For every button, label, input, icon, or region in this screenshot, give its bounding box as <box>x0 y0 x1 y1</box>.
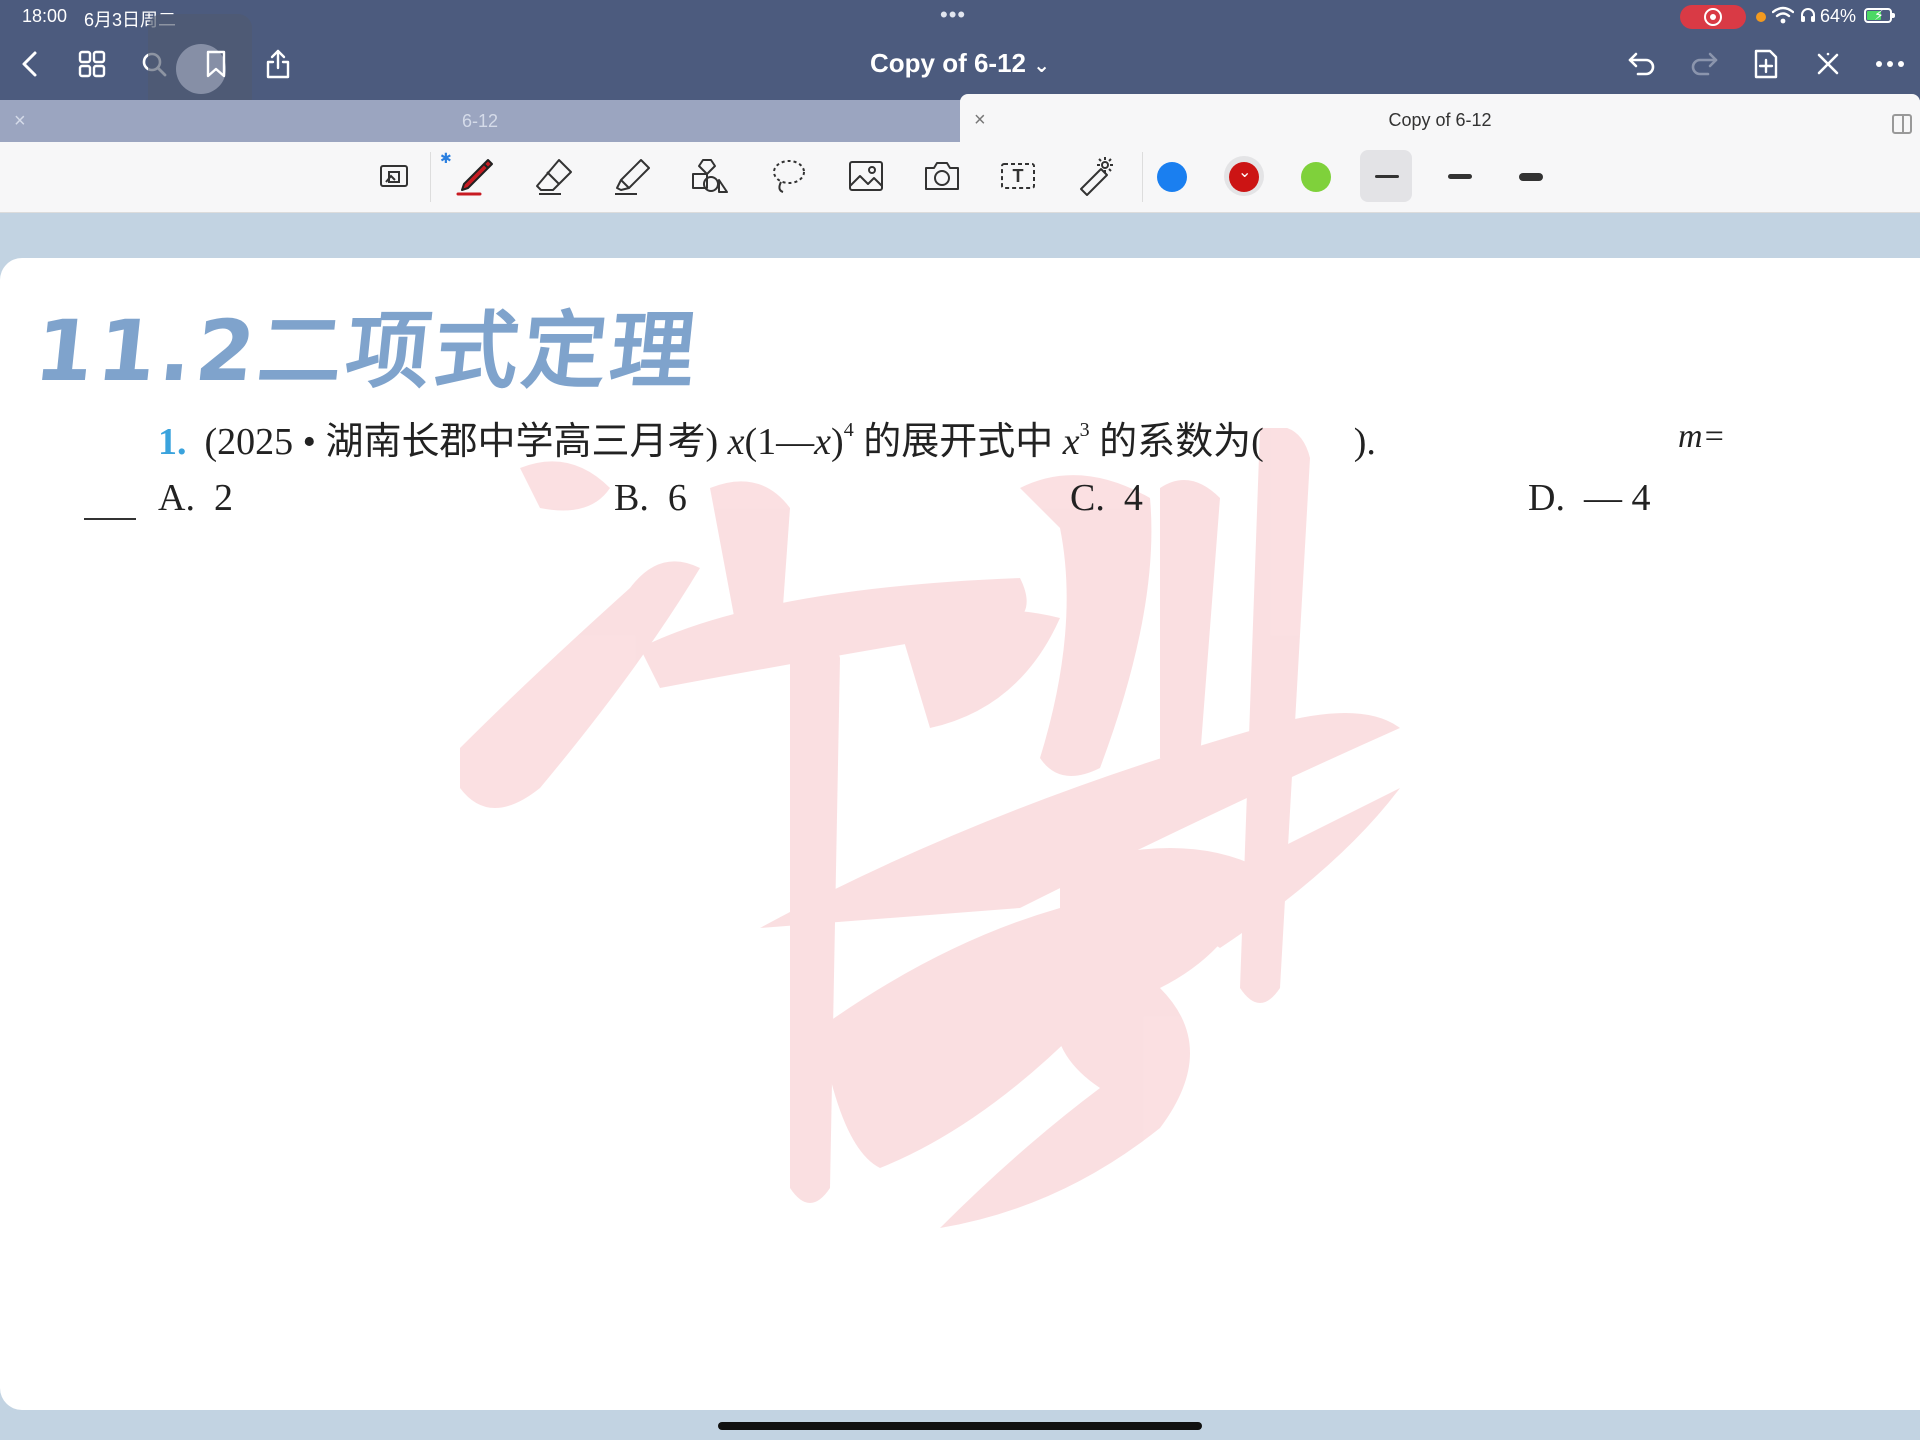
bookmark-icon[interactable] <box>196 44 236 84</box>
redo-icon[interactable] <box>1684 44 1724 84</box>
color-swatch-blue[interactable] <box>1157 162 1187 192</box>
split-view-icon[interactable] <box>1892 114 1912 134</box>
shapes-icon[interactable] <box>686 152 734 200</box>
question-tail-end: ). <box>1353 421 1376 463</box>
home-indicator[interactable] <box>718 1422 1202 1430</box>
lasso-icon[interactable] <box>764 152 812 200</box>
stroke-thin-icon <box>1375 175 1399 178</box>
bluetooth-icon: ✱ <box>440 150 452 166</box>
m-equals-label: m= <box>1678 418 1726 455</box>
chevron-down-icon: ⌄ <box>1238 164 1252 181</box>
question-stem: 1. (2025 • 湖南长郡中学高三月考) x(1—x)4 的展开式中 x3 的… <box>158 410 1376 465</box>
var-x: x <box>814 421 832 463</box>
highlighter-icon[interactable] <box>608 152 656 200</box>
laser-pointer-icon[interactable] <box>1072 152 1120 200</box>
exponent-3: 3 <box>1079 419 1090 441</box>
battery-icon: ⚡ <box>1864 7 1895 23</box>
tab-label: Copy of 6-12 <box>1388 110 1492 130</box>
top-bar: 18:00 6月3日周二 ••• 64% ⚡ Copy of 6-12 ⌄ <box>0 0 1920 120</box>
option-d: D. — 4 <box>1528 476 1650 520</box>
tab-label: 6-12 <box>461 111 499 131</box>
tab-6-12[interactable]: × 6-12 <box>0 100 960 142</box>
paren-open: (1 <box>744 421 777 463</box>
option-value: 2 <box>213 477 233 519</box>
option-b: B. 6 <box>614 476 687 520</box>
eraser-icon[interactable] <box>530 152 578 200</box>
undo-icon[interactable] <box>1622 44 1662 84</box>
back-icon[interactable] <box>10 44 50 84</box>
close-icon[interactable] <box>1808 44 1848 84</box>
multitasking-dots[interactable]: ••• <box>940 2 966 28</box>
annotation-toolbar: ✱ T ⌄ <box>0 142 1920 213</box>
option-value: — 4 <box>1583 477 1651 519</box>
grid-icon[interactable] <box>72 44 112 84</box>
tab-copy-of-6-12[interactable]: × Copy of 6-12 <box>960 94 1920 142</box>
option-letter: B. <box>614 477 649 519</box>
page-gap <box>0 213 1920 225</box>
share-icon[interactable] <box>258 44 298 84</box>
screen-recording-indicator[interactable] <box>1680 5 1746 29</box>
text-tool-glyph: T <box>1012 165 1024 186</box>
pen-icon[interactable] <box>452 152 500 200</box>
color-swatch-red[interactable]: ⌄ <box>1229 162 1259 192</box>
option-c: C. 4 <box>1070 476 1143 520</box>
option-letter: C. <box>1070 477 1105 519</box>
var-x: x <box>727 421 745 463</box>
mic-indicator-dot <box>1756 12 1766 22</box>
read-mode-icon[interactable] <box>370 152 418 200</box>
camera-icon[interactable] <box>918 152 966 200</box>
question-tail: 的系数为( <box>1099 421 1264 463</box>
title-chevron-icon: ⌄ <box>1033 55 1051 77</box>
paren-close: ) <box>831 421 844 463</box>
headphones-icon <box>1801 8 1815 22</box>
option-value: 6 <box>667 477 687 519</box>
option-a: A. 2 <box>158 476 233 520</box>
question-mid: 的展开式中 <box>863 421 1054 463</box>
document-page[interactable]: 11.2二项式定理 1. (2025 • 湖南长郡中学高三月考) x(1—x)4 … <box>0 258 1920 1410</box>
minus-sign: — <box>776 421 815 463</box>
question-1: 1. (2025 • 湖南长郡中学高三月考) x(1—x)4 的展开式中 x3 的… <box>0 258 1920 558</box>
question-number: 1. <box>158 421 187 463</box>
status-time: 18:00 <box>22 6 68 26</box>
text-icon[interactable]: T <box>994 152 1042 200</box>
stroke-thick-icon[interactable] <box>1519 173 1543 181</box>
toolbar-separator <box>430 152 431 202</box>
document-title-button[interactable]: Copy of 6-12 ⌄ <box>870 48 1050 78</box>
option-value: 4 <box>1123 477 1143 519</box>
battery-percent: 64% <box>1820 6 1857 26</box>
stroke-medium-icon[interactable] <box>1448 174 1472 179</box>
answer-blank[interactable] <box>84 518 136 520</box>
option-letter: A. <box>158 477 195 519</box>
more-icon[interactable] <box>1870 44 1910 84</box>
question-source: (2025 • 湖南长郡中学高三月考) <box>204 421 719 463</box>
wifi-icon <box>1772 6 1794 24</box>
document-tabs: × 6-12 × Copy of 6-12 <box>0 94 1920 142</box>
document-title-text: Copy of 6-12 <box>869 48 1027 78</box>
image-icon[interactable] <box>842 152 890 200</box>
color-swatch-green[interactable] <box>1301 162 1331 192</box>
option-letter: D. <box>1528 477 1565 519</box>
add-page-icon[interactable] <box>1746 44 1786 84</box>
toolbar-separator <box>1142 152 1143 202</box>
exponent-4: 4 <box>843 419 854 441</box>
var-x: x <box>1062 421 1080 463</box>
